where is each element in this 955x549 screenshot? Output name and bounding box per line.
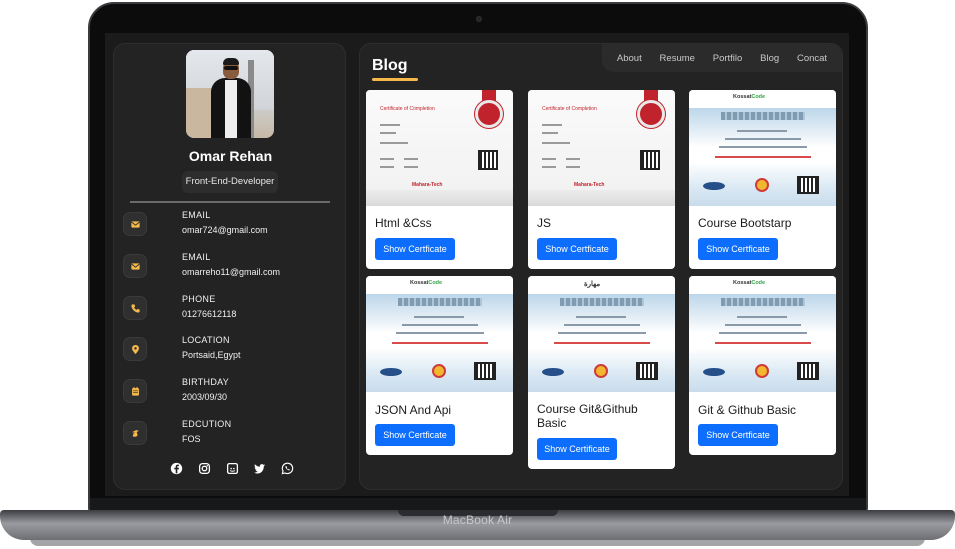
show-certificate-button[interactable]: Show Certficate <box>698 424 778 446</box>
nav-about[interactable]: About <box>617 53 642 64</box>
card-title: Git & Github Basic <box>698 403 797 417</box>
card-title: JSON And Api <box>375 403 452 417</box>
twitter-icon[interactable] <box>253 462 266 475</box>
social-links <box>170 462 294 476</box>
title-underline <box>372 78 418 81</box>
nav-blog[interactable]: Blog <box>760 53 779 64</box>
calendar-icon <box>124 380 146 402</box>
main-panel: About Resume Portfilo Blog Concat Blog C… <box>359 43 843 490</box>
card-title: Course Git&Github Basic <box>537 402 638 430</box>
info-education: EDCUTION FOS <box>124 419 339 455</box>
email-link[interactable]: omar724@gmail.com <box>182 225 268 235</box>
phone-link[interactable]: 01276612118 <box>182 309 236 319</box>
card-title: Course Bootstarp <box>698 216 792 230</box>
certificate-thumbnail: KossatCode <box>366 276 513 392</box>
camera <box>476 16 482 22</box>
page-title: Blog <box>372 57 408 74</box>
email-link[interactable]: omarreho11@gmail.com <box>182 267 280 277</box>
blog-card-git-github-course: مهارة Course Git&Github Basic Show Certi… <box>528 276 675 469</box>
info-email-1: EMAIL omar724@gmail.com <box>124 210 339 246</box>
sidebar-divider <box>130 201 330 203</box>
envelope-icon <box>124 213 146 235</box>
certificate-thumbnail: Certificate of Completion Mahara-Tech <box>528 90 675 206</box>
show-certificate-button[interactable]: Show Certificate <box>537 438 617 460</box>
envelope-icon <box>124 255 146 277</box>
whatsapp-icon[interactable] <box>281 462 294 475</box>
info-email-2: EMAIL omarreho11@gmail.com <box>124 252 339 288</box>
blog-card-html-css: Certificate of Completion Mahara-Tech Ht… <box>366 90 513 269</box>
profile-role-badge: Front-End-Developer <box>182 171 278 193</box>
certificate-thumbnail: مهارة <box>528 276 675 392</box>
show-certificate-button[interactable]: Show Certficate <box>698 238 778 260</box>
top-navbar: About Resume Portfilo Blog Concat <box>602 44 842 72</box>
phone-icon <box>124 297 146 319</box>
certificate-thumbnail: Certificate of Completion Mahara-Tech <box>366 90 513 206</box>
info-birthday: BIRTHDAY 2003/09/30 <box>124 377 339 413</box>
nav-portfolio[interactable]: Portfilo <box>713 53 743 64</box>
location-pin-icon <box>124 338 146 360</box>
discord-icon[interactable] <box>226 462 239 475</box>
avatar <box>186 50 274 138</box>
nav-resume[interactable]: Resume <box>660 53 695 64</box>
blog-card-js: Certificate of Completion Mahara-Tech JS… <box>528 90 675 269</box>
card-title: JS <box>537 216 552 230</box>
graduation-icon <box>124 422 146 444</box>
profile-name: Omar Rehan <box>188 148 273 164</box>
screen: Omar Rehan Front-End-Developer EMAIL oma… <box>105 33 849 496</box>
info-phone: PHONE 01276612118 <box>124 294 339 330</box>
instagram-icon[interactable] <box>198 462 211 475</box>
blog-card-json-api: KossatCode JSON And Api Show Certficate <box>366 276 513 455</box>
info-location: LOCATION Portsaid,Egypt <box>124 335 339 371</box>
show-certificate-button[interactable]: Show Certficate <box>375 424 455 446</box>
blog-card-bootstrap: KossatCode Course Bootstarp Show Certfic… <box>689 90 836 269</box>
profile-sidebar: Omar Rehan Front-End-Developer EMAIL oma… <box>113 43 346 490</box>
device-brand: MacBook Air <box>442 513 513 527</box>
facebook-icon[interactable] <box>170 462 183 475</box>
blog-card-git-github-basic: KossatCode Git & Github Basic Show Certf… <box>689 276 836 455</box>
certificate-thumbnail: KossatCode <box>689 276 836 392</box>
nav-contact[interactable]: Concat <box>797 53 827 64</box>
show-certificate-button[interactable]: Show Certficate <box>375 238 455 260</box>
card-title: Html &Css <box>375 216 432 230</box>
show-certificate-button[interactable]: Show Certficate <box>537 238 617 260</box>
certificate-thumbnail: KossatCode <box>689 90 836 206</box>
